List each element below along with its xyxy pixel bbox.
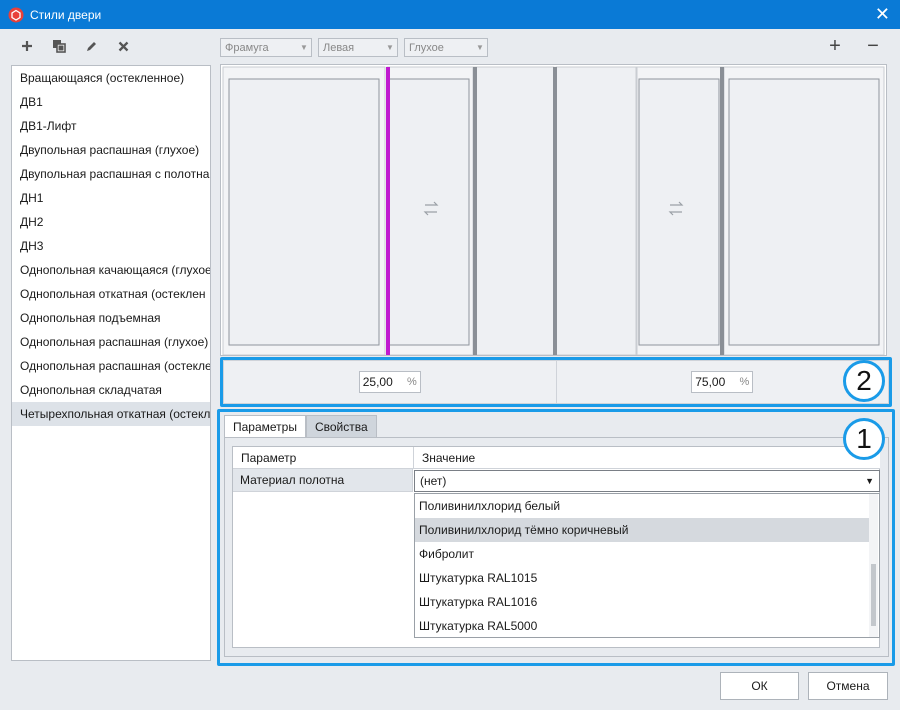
copy-style-button[interactable] bbox=[50, 36, 68, 56]
material-dropdown-value: (нет) bbox=[420, 474, 447, 488]
remove-icon: − bbox=[867, 34, 879, 57]
left-ratio-cell: 25,00 % bbox=[224, 361, 557, 403]
percent-unit: % bbox=[739, 376, 750, 388]
list-item[interactable]: ДВ1 bbox=[12, 90, 210, 114]
list-item[interactable]: Однопольная складчатая bbox=[12, 378, 210, 402]
delete-style-button[interactable] bbox=[114, 36, 132, 56]
list-item[interactable]: Однопольная подъемная bbox=[12, 306, 210, 330]
list-item[interactable]: Вращающаяся (остекленное) bbox=[12, 66, 210, 90]
chevron-down-icon: ▼ bbox=[865, 476, 874, 486]
list-item[interactable]: Однопольная качающаяся (глухое bbox=[12, 258, 210, 282]
app-logo-icon bbox=[8, 7, 24, 22]
column-header-parameter: Параметр bbox=[233, 447, 414, 469]
parameters-panel: Параметры Свойства Параметр Значение Мат… bbox=[217, 409, 895, 666]
panel-divider bbox=[553, 67, 557, 355]
panel-divider bbox=[473, 67, 477, 355]
side-combo[interactable]: Левая ▼ bbox=[318, 38, 398, 57]
percent-unit: % bbox=[406, 376, 417, 388]
chevron-down-icon: ▼ bbox=[476, 43, 484, 52]
edit-style-button[interactable] bbox=[82, 36, 100, 56]
left-ratio-value: 25,00 bbox=[362, 375, 393, 389]
panel-divider bbox=[720, 67, 724, 355]
styles-list: Вращающаяся (остекленное) ДВ1 ДВ1-Лифт Двуп… bbox=[11, 65, 211, 661]
fill-combo-value: Глухое bbox=[409, 41, 444, 54]
list-item[interactable]: ДН1 bbox=[12, 186, 210, 210]
dropdown-option[interactable]: Поливинилхлорид тёмно коричневый bbox=[415, 518, 870, 542]
styles-toolbar bbox=[18, 36, 132, 56]
tab-bar: Параметры Свойства bbox=[224, 415, 377, 437]
material-options-list: Поливинилхлорид белый Поливинилхлорид тём… bbox=[414, 493, 880, 638]
fill-combo[interactable]: Глухое ▼ bbox=[404, 38, 488, 57]
add-icon bbox=[22, 41, 32, 51]
list-item[interactable]: Двупольная распашная с полотна bbox=[12, 162, 210, 186]
side-combo-value: Левая bbox=[323, 41, 355, 54]
list-item[interactable]: ДН3 bbox=[12, 234, 210, 258]
add-style-button[interactable] bbox=[18, 36, 36, 56]
dropdown-option[interactable]: Штукатурка RAL1016 bbox=[415, 590, 870, 614]
scrollbar[interactable] bbox=[869, 494, 878, 637]
selected-divider bbox=[386, 67, 390, 355]
column-header-value: Значение bbox=[414, 447, 880, 469]
width-ratios-panel: 25,00 % 75,00 % bbox=[220, 357, 892, 407]
dropdown-option[interactable]: Штукатурка RAL5000 bbox=[415, 614, 870, 637]
dropdown-option[interactable]: Поливинилхлорид белый bbox=[415, 494, 870, 518]
edit-icon bbox=[86, 41, 96, 51]
ok-button[interactable]: ОК bbox=[720, 672, 799, 700]
chevron-down-icon: ▼ bbox=[300, 43, 308, 52]
title-bar: Стили двери ✕ bbox=[0, 0, 900, 29]
material-dropdown[interactable]: (нет) ▼ bbox=[414, 470, 880, 492]
close-icon[interactable]: ✕ bbox=[875, 4, 890, 24]
callout-badge-1: 1 bbox=[843, 418, 885, 460]
parameters-grid: Параметр Значение Материал полотна (нет)… bbox=[232, 446, 880, 648]
add-icon: + bbox=[829, 34, 841, 57]
type-combo-value: Фрамуга bbox=[225, 41, 269, 54]
dropdown-option[interactable]: Фибролит bbox=[415, 542, 870, 566]
tab-parameters[interactable]: Параметры bbox=[224, 415, 306, 437]
add-panel-button[interactable]: + bbox=[825, 34, 845, 57]
door-leaf bbox=[728, 78, 880, 346]
door-panel bbox=[473, 66, 555, 355]
copy-icon bbox=[53, 40, 66, 53]
list-item[interactable]: ДВ1-Лифт bbox=[12, 114, 210, 138]
tab-content: Параметр Значение Материал полотна (нет)… bbox=[224, 437, 889, 657]
list-item[interactable]: Однопольная распашная (остекле bbox=[12, 354, 210, 378]
delete-icon bbox=[118, 41, 128, 51]
cancel-button[interactable]: Отмена bbox=[808, 672, 888, 700]
list-item[interactable]: Однопольная распашная (глухое) bbox=[12, 330, 210, 354]
door-leaf bbox=[228, 78, 380, 346]
door-options-bar: Фрамуга ▼ Левая ▼ Глухое ▼ bbox=[220, 38, 488, 57]
right-ratio-cell: 75,00 % bbox=[557, 361, 889, 403]
remove-panel-button[interactable]: − bbox=[863, 34, 883, 57]
list-item[interactable]: Двупольная распашная (глухое) bbox=[12, 138, 210, 162]
type-combo[interactable]: Фрамуга ▼ bbox=[220, 38, 312, 57]
window-title: Стили двери bbox=[30, 7, 102, 22]
scrollbar-thumb[interactable] bbox=[871, 564, 876, 626]
callout-badge-2: 2 bbox=[843, 360, 885, 402]
param-name-cell[interactable]: Материал полотна bbox=[233, 469, 413, 492]
right-ratio-value: 75,00 bbox=[695, 375, 726, 389]
left-ratio-input[interactable]: 25,00 % bbox=[358, 371, 421, 393]
door-preview bbox=[220, 64, 887, 356]
right-ratio-input[interactable]: 75,00 % bbox=[691, 371, 754, 393]
list-item[interactable]: ДН2 bbox=[12, 210, 210, 234]
list-item[interactable]: Четырехпольная откатная (остекле bbox=[12, 402, 210, 426]
dropdown-option[interactable]: Штукатурка RAL1015 bbox=[415, 566, 870, 590]
chevron-down-icon: ▼ bbox=[386, 43, 394, 52]
list-item[interactable]: Однопольная откатная (остеклен bbox=[12, 282, 210, 306]
door-panel bbox=[555, 66, 637, 355]
tab-properties[interactable]: Свойства bbox=[305, 415, 377, 437]
